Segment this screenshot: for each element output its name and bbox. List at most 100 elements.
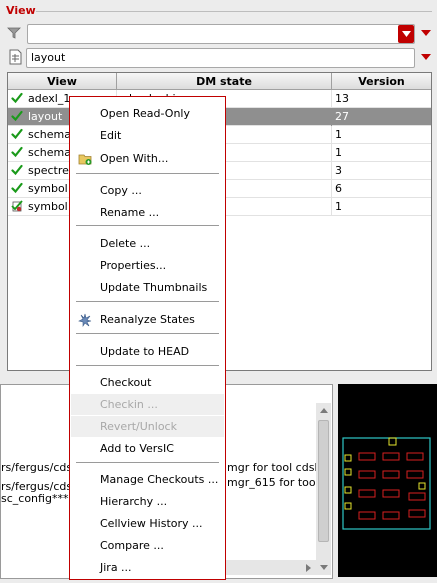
menu-separator	[76, 301, 219, 302]
open-with-icon	[78, 152, 92, 166]
panel-divider	[36, 11, 432, 12]
menu-item-label: Manage Checkouts ...	[100, 473, 219, 486]
check-icon	[11, 146, 23, 158]
filter-menu-arrow[interactable]	[419, 28, 433, 38]
check-icon	[11, 110, 23, 122]
menu-item-label: Open Read-Only	[100, 107, 190, 120]
layout-thumbnail-image	[342, 437, 431, 530]
chevron-down-icon	[421, 30, 431, 36]
console-line: mgr_615 for tool c	[227, 476, 329, 489]
menu-item-label: Edit	[100, 129, 122, 142]
menu-separator	[76, 173, 219, 174]
menu-item-label: Hierarchy ...	[100, 495, 168, 508]
menu-item-rename[interactable]: Rename ...	[71, 202, 224, 223]
menu-item-label: Add to VersIC	[100, 442, 174, 455]
menu-item-update-thumbnails[interactable]: Update Thumbnails	[71, 277, 224, 298]
check-icon	[11, 92, 23, 104]
check-icon	[11, 182, 28, 195]
view-type-icon	[7, 48, 23, 66]
cell-version: 3	[335, 164, 342, 177]
view-field-menu-arrow[interactable]	[419, 52, 433, 62]
layout-preview	[338, 384, 437, 577]
menu-item-label: Checkin ...	[100, 398, 158, 411]
cell-version: 6	[335, 182, 342, 195]
view-name: layout	[28, 110, 63, 123]
menu-item-label: Checkout	[100, 376, 152, 389]
column-header-dm-state[interactable]: DM state	[117, 73, 332, 90]
menu-item-edit[interactable]: Edit	[71, 125, 224, 146]
scroll-thumb[interactable]	[318, 420, 329, 542]
console-scrollbar[interactable]	[316, 403, 331, 575]
check-icon	[11, 128, 28, 141]
filter-icon[interactable]	[6, 25, 22, 41]
menu-separator	[76, 365, 219, 366]
menu-item-copy[interactable]: Copy ...	[71, 180, 224, 201]
column-header-view[interactable]: View	[8, 73, 117, 90]
check-icon	[11, 110, 28, 123]
view-field-value: layout	[31, 51, 66, 64]
menu-item-manage-checkouts[interactable]: Manage Checkouts ...	[71, 469, 224, 490]
menu-item-add-to-versic[interactable]: Add to VersIC	[71, 438, 224, 459]
menu-item-label: Reanalyze States	[100, 313, 195, 326]
menu-item-update-to-head[interactable]: Update to HEAD	[71, 341, 224, 362]
context-menu: Open Read-Only Edit Open With... Copy ... Re…	[69, 96, 226, 580]
check-icon	[11, 92, 28, 105]
view-name: adexl_1	[28, 92, 71, 105]
view-name: symbol	[28, 200, 68, 213]
menu-item-checkin: Checkin ...	[71, 394, 224, 415]
menu-item-label: Open With...	[100, 152, 169, 165]
menu-item-cellview-history[interactable]: Cellview History ...	[71, 513, 224, 534]
view-name: spectre	[28, 164, 69, 177]
panel-title: View	[6, 4, 36, 17]
check-icon	[11, 146, 28, 159]
reanalyze-icon	[78, 313, 92, 327]
check-icon	[11, 182, 23, 194]
menu-item-label: Revert/Unlock	[100, 420, 177, 433]
menu-item-label: Jira ...	[100, 561, 132, 574]
scroll-right-icon[interactable]	[302, 562, 314, 573]
menu-item-label: Compare ...	[100, 539, 164, 552]
view-name: symbol	[28, 182, 68, 195]
menu-item-label: Rename ...	[100, 206, 160, 219]
menu-item-label: Update to HEAD	[100, 345, 190, 358]
check-icon	[11, 128, 23, 140]
menu-item-revert-unlock: Revert/Unlock	[71, 416, 224, 437]
menu-item-hierarchy[interactable]: Hierarchy ...	[71, 491, 224, 512]
view-name: schema	[28, 128, 71, 141]
menu-item-compare[interactable]: Compare ...	[71, 535, 224, 556]
column-header-version[interactable]: Version	[332, 73, 431, 90]
menu-item-jira[interactable]: Jira ...	[71, 557, 224, 578]
scroll-up-icon[interactable]	[317, 404, 330, 417]
menu-item-label: Update Thumbnails	[100, 281, 208, 294]
menu-separator	[76, 462, 219, 463]
cell-version: 1	[335, 146, 342, 159]
cell-version: 1	[335, 200, 342, 213]
console-hscrollbar[interactable]	[226, 560, 316, 575]
chevron-down-icon	[421, 54, 431, 60]
check-icon	[11, 164, 28, 177]
chevron-down-icon	[401, 31, 411, 37]
view-field[interactable]: layout	[26, 48, 415, 68]
menu-item-open-with[interactable]: Open With...	[71, 148, 224, 169]
check-icon	[11, 164, 23, 176]
menu-separator	[76, 333, 219, 334]
menu-item-label: Properties...	[100, 259, 167, 272]
console-line: sc_config***	[1, 492, 69, 505]
menu-item-label: Delete ...	[100, 237, 151, 250]
filter-dropdown-button[interactable]	[398, 25, 414, 43]
checked-out-icon	[11, 200, 28, 213]
console-line: rs/fergus/cds_	[1, 461, 78, 474]
menu-item-reanalyze-states[interactable]: Reanalyze States	[71, 309, 224, 330]
menu-item-delete[interactable]: Delete ...	[71, 233, 224, 254]
menu-item-checkout[interactable]: Checkout	[71, 372, 224, 393]
checked-out-icon	[11, 200, 23, 212]
menu-item-open-read-only[interactable]: Open Read-Only	[71, 103, 224, 124]
filter-combo[interactable]	[27, 24, 415, 44]
menu-item-label: Cellview History ...	[100, 517, 203, 530]
menu-item-label: Copy ...	[100, 184, 142, 197]
menu-item-properties[interactable]: Properties...	[71, 255, 224, 276]
cell-version: 1	[335, 128, 342, 141]
menu-separator	[76, 225, 219, 226]
view-name: schema	[28, 146, 71, 159]
scroll-down-icon[interactable]	[317, 561, 330, 574]
